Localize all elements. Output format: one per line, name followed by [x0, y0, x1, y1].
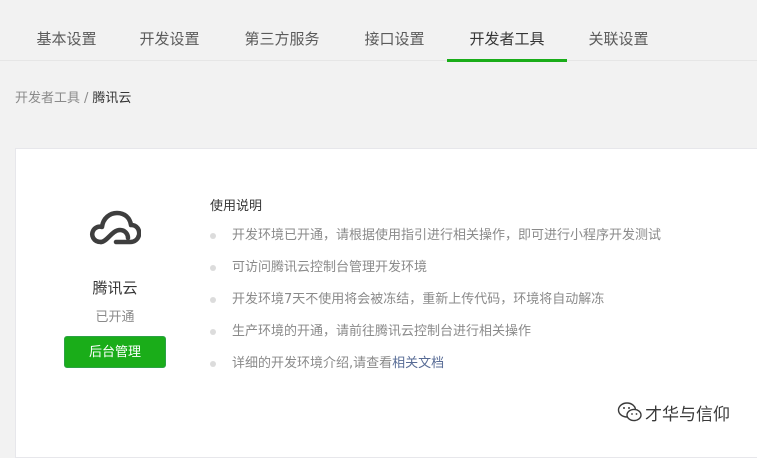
usage-item-text: 可访问腾讯云控制台管理开发环境: [232, 260, 428, 275]
usage-item-text: 生产环境的开通，请前往腾讯云控制台进行相关操作: [232, 324, 532, 339]
bullet-dot-icon: [210, 361, 216, 367]
cloud-icon: [90, 210, 141, 245]
service-name: 腾讯云: [92, 279, 138, 297]
bullet-dot-icon: [210, 297, 216, 303]
usage-item-text: 详细的开发环境介绍,请查看: [232, 356, 393, 371]
tab-third-party-services[interactable]: 第三方服务: [221, 0, 343, 61]
tab-bar: 基本设置 开发设置 第三方服务 接口设置 开发者工具 关联设置: [0, 0, 757, 62]
bullet-dot-icon: [210, 329, 216, 335]
usage-item: 开发环境7天不使用将会被冻结，重新上传代码，环境将自动解冻: [210, 290, 661, 322]
usage-list: 开发环境已开通，请根据使用指引进行相关操作，即可进行小程序开发测试 可访问腾讯云…: [210, 226, 661, 386]
bullet-dot-icon: [210, 265, 216, 271]
breadcrumb-separator: /: [84, 91, 89, 106]
usage-item: 可访问腾讯云控制台管理开发环境: [210, 258, 661, 290]
usage-title: 使用说明: [210, 199, 263, 214]
usage-item-text: 开发环境已开通，请根据使用指引进行相关操作，即可进行小程序开发测试: [232, 228, 662, 243]
tab-interface-settings[interactable]: 接口设置: [343, 0, 446, 61]
service-status: 已开通: [95, 310, 135, 325]
wechat-icon: [617, 402, 642, 422]
watermark-text: 才华与信仰: [645, 405, 730, 425]
bullet-dot-icon: [210, 233, 216, 239]
breadcrumb: 开发者工具 / 腾讯云: [15, 87, 131, 106]
usage-item: 生产环境的开通，请前往腾讯云控制台进行相关操作: [210, 322, 661, 354]
tab-developer-tools[interactable]: 开发者工具: [447, 0, 567, 62]
usage-item: 详细的开发环境介绍,请查看相关文档: [210, 354, 661, 386]
related-docs-link[interactable]: 相关文档: [392, 356, 444, 371]
tab-dev-settings[interactable]: 开发设置: [118, 0, 221, 61]
console-management-button[interactable]: 后台管理: [64, 336, 166, 368]
usage-item-text: 开发环境7天不使用将会被冻结，重新上传代码，环境将自动解冻: [232, 292, 605, 307]
tab-basic-settings[interactable]: 基本设置: [15, 0, 118, 61]
breadcrumb-current: 腾讯云: [92, 91, 132, 106]
tab-association-settings[interactable]: 关联设置: [567, 0, 670, 61]
breadcrumb-parent[interactable]: 开发者工具: [15, 91, 80, 106]
usage-item: 开发环境已开通，请根据使用指引进行相关操作，即可进行小程序开发测试: [210, 226, 661, 258]
